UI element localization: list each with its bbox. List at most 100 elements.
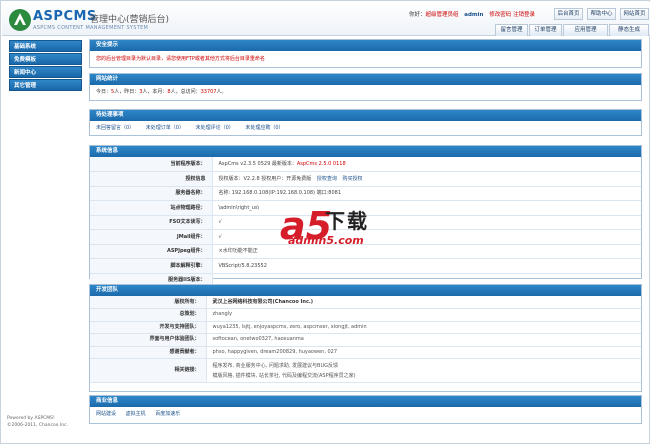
stats-end: 人。 (216, 89, 227, 95)
row-value: \admin\right_us\ (212, 200, 641, 216)
change-password-link[interactable]: 修改密码 (489, 12, 511, 18)
yesterday-label: 人，昨日： (114, 89, 140, 95)
website-building-link[interactable]: 网站建设 (96, 411, 116, 417)
tab-static[interactable]: 静态生成 (609, 24, 649, 36)
row-value: wuya1235, lsjtj, enjoyaspcms, zero, aspc… (206, 321, 641, 334)
logo-tagline: ASPCMS CONTENT MANAGEMENT SYSTEM (33, 25, 149, 31)
pending-orders-link[interactable]: 未处理订单（0） (146, 125, 184, 131)
row-label: FSO文本读写： (90, 215, 213, 230)
baidu-accelerator-link[interactable]: 百度加速乐 (155, 411, 180, 417)
table-row: 界面与用户体验团队： softocean, onetwo0327, haoxua… (90, 333, 641, 347)
business-panel: 商业信息 网站建设 虚拟主机 百度加速乐 (89, 395, 642, 424)
security-message: 您的后台管理目录为默认目录，请您使用FTP或者其他方式将后台目录重命名 (96, 56, 265, 62)
row-label: 开发与支持团队： (90, 321, 207, 334)
today-label: 今日： (96, 89, 112, 95)
latest-version: AspCms 2.5.0 0118 (296, 161, 346, 167)
table-row: 当前程序版本： AspCms v2.3.5 0529 最新版本：AspCms 2… (90, 157, 641, 172)
row-value: 程序发布, 商业服务中心, 问题求助, 发展建议与BUG反馈 模版风格, 插件模… (206, 358, 642, 383)
row-value: √ (212, 215, 641, 230)
sidebar-item-news-center[interactable]: 新闻中心 (9, 66, 82, 78)
row-value: √ (212, 229, 641, 245)
license-query-link[interactable]: 授权查询 (317, 176, 337, 182)
virtual-host-link[interactable]: 虚拟主机 (126, 411, 146, 417)
row-value: 武汉上谷网络科技有限公司(Chancoo Inc.) (206, 296, 641, 309)
row-label: 脚本解释引擎： (90, 258, 213, 274)
row-label: 感谢贡献者： (90, 346, 207, 359)
row-value: softocean, onetwo0327, haoxuanma (206, 333, 641, 347)
table-row: 感谢贡献者： phso, happygiven, dream200829, hu… (90, 346, 641, 359)
stats-line: 今日：5人，昨日：3人，本月：8人，总访问：33707人。 (90, 85, 641, 100)
sidebar-item-other-management[interactable]: 其它管理 (9, 79, 82, 91)
admin-home-button[interactable]: 后台首页 (554, 8, 583, 20)
row-label: 版权所有： (90, 296, 207, 309)
buy-license-link[interactable]: 购买授权 (342, 176, 362, 182)
logo-subtitle: 管理中心(营销后台) (90, 15, 170, 25)
license-info: 授权版本：V2.2.8 授权用户：开源免费版 (218, 175, 312, 182)
row-label: 界面与用户体验团队： (90, 333, 207, 347)
header-bar: ASPCMS 管理中心(营销后台) ASPCMS CONTENT MANAGEM… (2, 2, 650, 36)
row-label: 当前程序版本： (90, 157, 213, 172)
sidebar-item-free-templates[interactable]: 免费模板 (9, 53, 82, 65)
row-value: 授权版本：V2.2.8 授权用户：开源免费版 授权查询 购买授权 (212, 171, 641, 187)
row-label: 相关链接： (90, 358, 207, 383)
total-label: 人，总访问： (170, 89, 201, 95)
security-panel-title: 安全提示 (90, 40, 641, 51)
pending-messages-link[interactable]: 未回答留言（0） (96, 125, 134, 131)
row-value: ×水印功能不能正 (212, 244, 641, 259)
row-label: 服务器名称： (90, 186, 213, 201)
logout-link[interactable]: 注销登录 (513, 12, 535, 18)
table-row: 版权所有： 武汉上谷网络科技有限公司(Chancoo Inc.) (90, 296, 641, 309)
table-row: 开发与支持团队： wuya1235, lsjtj, enjoyaspcms, z… (90, 321, 641, 334)
row-label: 站点物理路径： (90, 200, 213, 216)
help-center-button[interactable]: 帮助中心 (587, 8, 616, 20)
pending-panel-title: 待处理事项 (90, 110, 641, 121)
row-value: VBScript/5.8.23552 (212, 258, 641, 274)
table-row: 脚本解释引擎： VBScript/5.8.23552 (90, 258, 641, 274)
month-label: 人，本月： (142, 89, 168, 95)
a5-watermark-logo: a5 下载 admin5.com (280, 207, 400, 257)
watermark-url: admin5.com (288, 234, 364, 247)
row-label: 总策划： (90, 308, 207, 322)
pending-panel: 待处理事项 未回答留言（0） 未处理订单（0） 未处理评论（0） 未处理应聘（0… (89, 109, 642, 136)
tab-apps[interactable]: 应用管理 (563, 24, 608, 36)
username: admin (464, 12, 484, 18)
pending-list: 未回答留言（0） 未处理订单（0） 未处理评论（0） 未处理应聘（0） (90, 121, 641, 135)
related-links-line2[interactable]: 模版风格, 插件模块, 站长茶社, 代码及编程交流(ASP程序员之家) (213, 371, 642, 381)
table-row: 总策划： zhangly (90, 308, 641, 322)
team-panel-title: 开发团队 (90, 285, 641, 296)
table-row: 授权信息 授权版本：V2.2.8 授权用户：开源免费版 授权查询 购买授权 (90, 171, 641, 187)
table-row: 相关链接： 程序发布, 商业服务中心, 问题求助, 发展建议与BUG反馈 模版风… (90, 358, 642, 383)
tab-messages[interactable]: 留言管理 (495, 24, 528, 36)
business-links: 网站建设 虚拟主机 百度加速乐 (90, 407, 641, 422)
pending-comments-link[interactable]: 未处理评论（0） (196, 125, 234, 131)
stats-panel-title: 网站统计 (90, 74, 641, 85)
row-label: 授权信息 (90, 171, 213, 187)
pending-applications-link[interactable]: 未处理应聘（0） (245, 125, 283, 131)
tab-orders[interactable]: 订单管理 (529, 24, 562, 36)
business-panel-title: 商业信息 (90, 396, 641, 407)
current-version: AspCms v2.3.5 0529 最新版本： (218, 161, 297, 167)
team-panel: 开发团队 版权所有： 武汉上谷网络科技有限公司(Chancoo Inc.) 总策… (89, 284, 642, 392)
aspcms-logo-icon (9, 9, 31, 31)
stats-panel: 网站统计 今日：5人，昨日：3人，本月：8人，总访问：33707人。 (89, 73, 642, 101)
app-window: ASPCMS 管理中心(营销后台) ASPCMS CONTENT MANAGEM… (0, 0, 650, 444)
sidebar-footer: Powered by ASPCMS! ©2006-2011, Chancoo I… (7, 415, 68, 429)
copyright-text: ©2006-2011, Chancoo Inc. (7, 423, 68, 428)
powered-by-text: Powered by ASPCMS! (7, 416, 55, 421)
row-value: zhangly (206, 308, 641, 322)
table-row: 服务器名称： 名称: 192.168.0.108(IP:192.168.0.10… (90, 186, 641, 201)
sidebar-item-basic-system[interactable]: 基础系统 (9, 40, 82, 52)
related-links-line1[interactable]: 程序发布, 商业服务中心, 问题求助, 发展建议与BUG反馈 (213, 361, 642, 371)
row-value: 名称: 192.168.0.108(IP:192.168.0.108) 端口:8… (212, 186, 641, 201)
greeting-label: 你好： (409, 12, 426, 18)
row-value: AspCms v2.3.5 0529 最新版本：AspCms 2.5.0 011… (212, 157, 641, 172)
system-info-title: 系统信息 (90, 146, 641, 157)
row-label: JMail组件： (90, 229, 213, 245)
site-home-button[interactable]: 网站首页 (620, 8, 649, 20)
row-value: phso, happygiven, dream200829, huyaowen,… (206, 346, 641, 359)
row-label: ASPJpeg组件： (90, 244, 213, 259)
user-role: 超级管理员组 (425, 12, 459, 18)
sidebar: 基础系统 免费模板 新闻中心 其它管理 (9, 40, 82, 92)
user-bar: 你好：超级管理员组 admin 修改密码 注销登录 (409, 10, 535, 18)
watermark-xiazai: 下载 (325, 209, 369, 233)
